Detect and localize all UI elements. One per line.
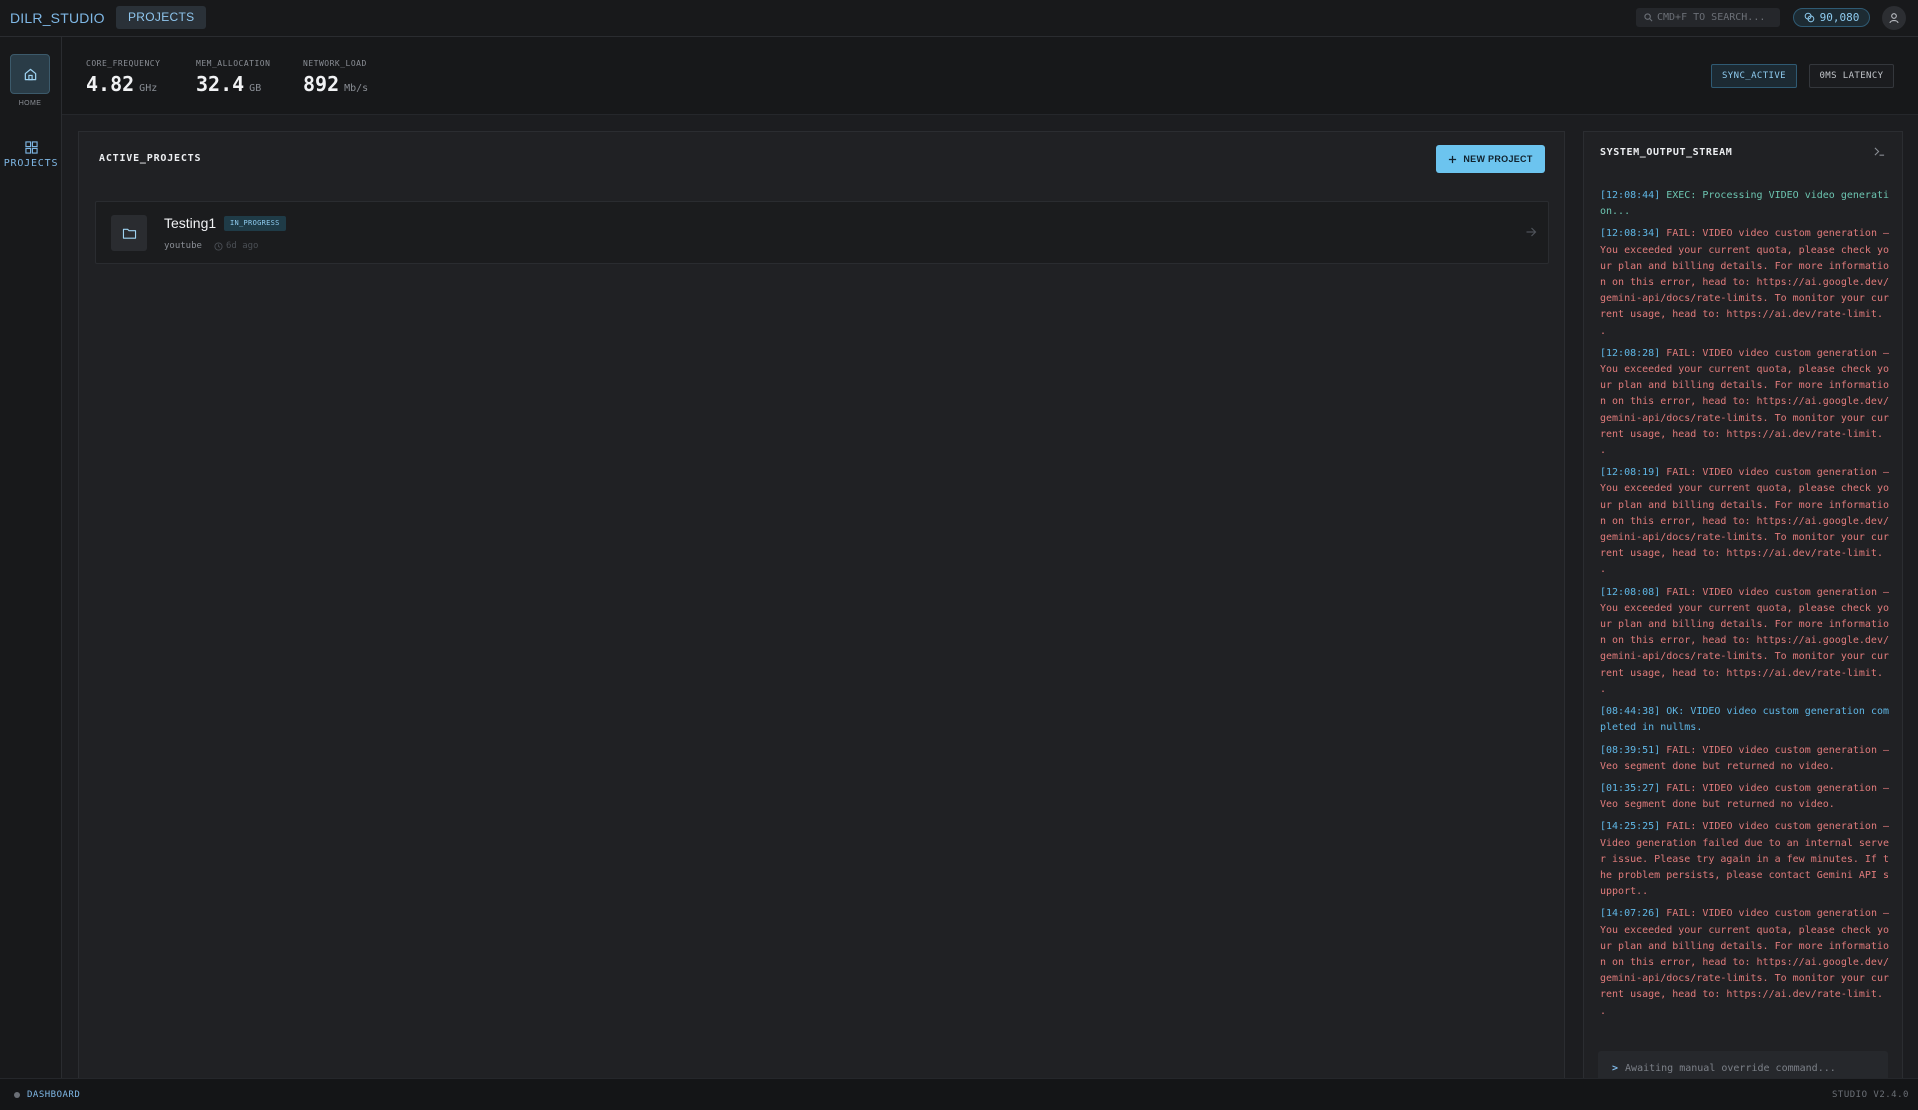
metric-unit: Mb/s — [344, 83, 369, 94]
log-timestamp: [12:08:44] — [1600, 190, 1661, 201]
search-input[interactable]: CMD+F TO SEARCH... — [1636, 8, 1780, 27]
footer-left-label: DASHBOARD — [27, 1090, 81, 1100]
coins-icon — [1804, 12, 1814, 23]
prompt-chevron-icon: > — [1612, 1063, 1619, 1074]
system-output-panel: SYSTEM_OUTPUT_STREAM [12:08:44] EXEC: Pr… — [1583, 131, 1903, 1078]
terminal-icon[interactable] — [1873, 146, 1886, 157]
log-timestamp: [12:08:08] — [1600, 586, 1661, 598]
top-bar: DILR_STUDIO PROJECTS CMD+F TO SEARCH... … — [0, 0, 1918, 37]
command-placeholder: Awaiting manual override command... — [1625, 1063, 1836, 1074]
project-card[interactable]: Testing1 IN_PROGRESS youtube 6d ago — [95, 201, 1549, 264]
sidebar-item-home[interactable] — [10, 54, 50, 94]
new-project-label: NEW PROJECT — [1463, 154, 1533, 164]
folder-icon — [122, 228, 136, 239]
log-timestamp: [12:08:19] — [1600, 467, 1661, 479]
project-time: 6d ago — [214, 241, 259, 251]
log-message: FAIL: VIDEO video custom generation — Yo… — [1600, 347, 1890, 457]
metric-network-load: NETWORK_LOAD 892 Mb/s — [303, 59, 368, 96]
metric-label: CORE_FREQUENCY — [86, 59, 161, 68]
project-time-text: 6d ago — [225, 241, 259, 251]
sync-active-button[interactable]: SYNC_ACTIVE — [1711, 64, 1797, 88]
metric-value: 32.4 — [196, 72, 245, 96]
folder-icon-box — [111, 215, 147, 251]
log-message: FAIL: VIDEO video custom generation — Yo… — [1600, 228, 1890, 337]
latency-button[interactable]: 0MS LATENCY — [1809, 64, 1894, 88]
metrics-header: CORE_FREQUENCY 4.82 GHz MEM_ALLOCATION 3… — [62, 37, 1918, 115]
footer-dashboard[interactable]: DASHBOARD — [14, 1090, 80, 1100]
version-label: STUDIO V2.4.0 — [1832, 1090, 1909, 1100]
user-avatar[interactable] — [1882, 6, 1906, 30]
log-message: FAIL: VIDEO video custom generation — Yo… — [1600, 586, 1890, 695]
stream-title: SYSTEM_OUTPUT_STREAM — [1600, 147, 1733, 158]
sidebar: HOME PROJECTS — [0, 37, 62, 1078]
search-placeholder: CMD+F TO SEARCH... — [1657, 12, 1766, 23]
grid-icon — [24, 141, 38, 154]
log-list: [12:08:44] EXEC: Processing VIDEO video … — [1600, 188, 1890, 1026]
log-entry: [14:25:25] FAIL: VIDEO video custom gene… — [1600, 819, 1890, 900]
metric-label: MEM_ALLOCATION — [196, 59, 271, 68]
log-entry: [08:44:38] OK: VIDEO video custom genera… — [1600, 704, 1890, 736]
log-timestamp: [12:08:34] — [1600, 228, 1661, 240]
log-message: FAIL: VIDEO video custom generation — Yo… — [1600, 467, 1890, 576]
log-timestamp: [12:08:28] — [1600, 347, 1661, 359]
command-input[interactable]: > Awaiting manual override command... — [1598, 1051, 1888, 1078]
new-project-button[interactable]: NEW PROJECT — [1436, 145, 1545, 173]
metric-unit: GHz — [139, 83, 158, 94]
project-meta: youtube 6d ago — [164, 241, 258, 251]
log-entry: [14:07:26] FAIL: VIDEO video custom gene… — [1600, 906, 1890, 1019]
log-entry: [12:08:44] EXEC: Processing VIDEO video … — [1600, 188, 1890, 220]
sidebar-projects-label: PROJECTS — [3, 158, 59, 169]
panel-title: ACTIVE_PROJECTS — [99, 153, 202, 164]
metric-label: NETWORK_LOAD — [303, 59, 367, 68]
home-icon — [24, 68, 36, 80]
brand-logo[interactable]: DILR_STUDIO — [10, 10, 105, 26]
log-entry: [12:08:19] FAIL: VIDEO video custom gene… — [1600, 465, 1890, 578]
credits-value: 90,080 — [1819, 11, 1860, 24]
log-timestamp: [08:39:51] — [1600, 744, 1661, 756]
project-platform: youtube — [164, 241, 202, 251]
status-badge: IN_PROGRESS — [224, 216, 286, 231]
sidebar-home-label: HOME — [18, 100, 42, 107]
project-name[interactable]: Testing1 — [164, 215, 216, 231]
clock-icon — [214, 241, 223, 251]
tab-projects[interactable]: PROJECTS — [116, 6, 207, 29]
log-timestamp: [14:25:25] — [1600, 821, 1661, 833]
status-dot-icon — [14, 1092, 20, 1098]
plus-icon — [1449, 155, 1457, 163]
sidebar-item-projects[interactable]: PROJECTS — [0, 141, 62, 177]
metric-mem-allocation: MEM_ALLOCATION 32.4 GB — [196, 59, 270, 96]
log-entry: [12:08:08] FAIL: VIDEO video custom gene… — [1600, 585, 1890, 698]
metric-value: 892 — [303, 72, 340, 96]
log-timestamp: [08:44:38] — [1600, 706, 1661, 718]
log-entry: [01:35:27] FAIL: VIDEO video custom gene… — [1600, 781, 1890, 813]
active-projects-panel: ACTIVE_PROJECTS NEW PROJECT Testing1 IN_… — [78, 131, 1565, 1078]
log-entry: [12:08:28] FAIL: VIDEO video custom gene… — [1600, 346, 1890, 459]
metric-value: 4.82 — [86, 72, 135, 96]
credits-badge[interactable]: 90,080 — [1793, 8, 1870, 27]
log-timestamp: [01:35:27] — [1600, 782, 1661, 794]
metric-core-frequency: CORE_FREQUENCY 4.82 GHz — [86, 59, 160, 96]
status-footer: DASHBOARD STUDIO V2.4.0 — [0, 1078, 1918, 1110]
log-entry: [12:08:34] FAIL: VIDEO video custom gene… — [1600, 226, 1890, 339]
log-entry: [08:39:51] FAIL: VIDEO video custom gene… — [1600, 743, 1890, 775]
search-icon — [1644, 13, 1653, 22]
arrow-right-icon[interactable] — [1525, 226, 1537, 238]
log-message: FAIL: VIDEO video custom generation — Vi… — [1600, 821, 1890, 898]
user-icon — [1889, 13, 1899, 24]
metric-unit: GB — [249, 83, 262, 94]
log-timestamp: [14:07:26] — [1600, 908, 1661, 920]
log-message: FAIL: VIDEO video custom generation — Yo… — [1600, 908, 1890, 1017]
